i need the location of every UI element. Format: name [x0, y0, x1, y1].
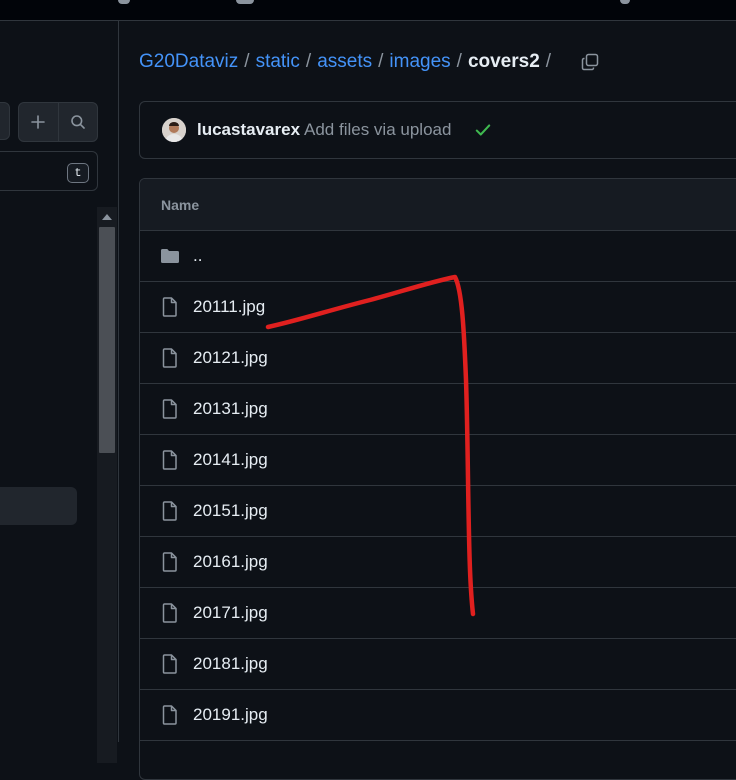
- table-row[interactable]: 20141.jpg: [140, 435, 736, 486]
- table-row[interactable]: 20151.jpg: [140, 486, 736, 537]
- tree-selected-item[interactable]: [0, 487, 77, 525]
- folder-icon: [160, 246, 180, 266]
- breadcrumb: G20Dataviz / static / assets / images / …: [139, 48, 557, 76]
- file-link[interactable]: 20121.jpg: [193, 348, 268, 368]
- commit-message-link[interactable]: Add files via upload: [304, 120, 451, 140]
- file-link[interactable]: 20141.jpg: [193, 450, 268, 470]
- shortcut-key-badge: t: [67, 163, 89, 183]
- breadcrumb-current: covers2: [467, 51, 540, 72]
- file-table: Name .. 20111.jpg 20121.jpg 20131.jpg 20…: [139, 178, 736, 780]
- file-link[interactable]: 20161.jpg: [193, 552, 268, 572]
- file-icon: [160, 399, 180, 419]
- file-link[interactable]: 20171.jpg: [193, 603, 268, 623]
- breadcrumb-link-assets[interactable]: assets: [317, 51, 372, 73]
- table-row[interactable]: 20181.jpg: [140, 639, 736, 690]
- copy-path-button[interactable]: [578, 50, 602, 74]
- file-icon: [160, 705, 180, 725]
- file-icon: [160, 348, 180, 368]
- file-icon: [160, 297, 180, 317]
- go-to-file-input[interactable]: t: [0, 151, 98, 191]
- file-icon: [160, 450, 180, 470]
- top-strip-fragment: [236, 0, 254, 4]
- table-row[interactable]: 20131.jpg: [140, 384, 736, 435]
- table-row[interactable]: 20111.jpg: [140, 282, 736, 333]
- search-icon: [70, 115, 85, 129]
- breadcrumb-separator: /: [244, 51, 250, 72]
- top-window-strip: [0, 0, 736, 21]
- breadcrumb-separator: /: [305, 51, 312, 72]
- breadcrumb-separator: /: [545, 51, 552, 72]
- file-icon: [160, 654, 180, 674]
- table-row[interactable]: 20161.jpg: [140, 537, 736, 588]
- avatar[interactable]: [162, 118, 186, 142]
- search-button[interactable]: [57, 103, 98, 141]
- file-link[interactable]: 20191.jpg: [193, 705, 268, 725]
- table-header: Name: [140, 179, 736, 231]
- scroll-thumb[interactable]: [99, 227, 115, 453]
- parent-directory-row[interactable]: ..: [140, 231, 736, 282]
- file-link[interactable]: 20181.jpg: [193, 654, 268, 674]
- plus-icon: [31, 115, 46, 129]
- sidebar-scrollbar[interactable]: [97, 207, 117, 763]
- copy-icon: [581, 53, 599, 71]
- column-header-name: Name: [161, 196, 200, 213]
- file-icon: [160, 501, 180, 521]
- top-strip-fragment: [118, 0, 130, 4]
- table-row[interactable]: 20171.jpg: [140, 588, 736, 639]
- file-link[interactable]: 20151.jpg: [193, 501, 268, 521]
- commit-author-link[interactable]: lucastavarex: [197, 120, 300, 140]
- breadcrumb-separator: /: [456, 51, 462, 72]
- file-tree-sidebar: t: [0, 21, 119, 763]
- latest-commit-bar: lucastavarex Add files via upload: [139, 101, 736, 159]
- parent-directory-link[interactable]: ..: [193, 246, 202, 266]
- file-icon: [160, 552, 180, 572]
- breadcrumb-link-static[interactable]: static: [256, 51, 300, 73]
- breadcrumb-separator: /: [378, 51, 384, 72]
- breadcrumb-link-images[interactable]: images: [389, 51, 450, 73]
- file-link[interactable]: 20131.jpg: [193, 399, 268, 419]
- sidebar-action-buttons: [18, 102, 98, 142]
- sidebar-branch-button[interactable]: [0, 102, 10, 140]
- scroll-up-arrow-icon[interactable]: [97, 211, 117, 223]
- table-row[interactable]: 20121.jpg: [140, 333, 736, 384]
- file-icon: [160, 603, 180, 623]
- add-file-button[interactable]: [19, 103, 58, 141]
- breadcrumb-link-repo[interactable]: G20Dataviz: [139, 51, 238, 73]
- check-icon[interactable]: [474, 121, 492, 139]
- top-strip-fragment: [620, 0, 630, 4]
- file-link[interactable]: 20111.jpg: [193, 297, 265, 317]
- table-row[interactable]: 20191.jpg: [140, 690, 736, 741]
